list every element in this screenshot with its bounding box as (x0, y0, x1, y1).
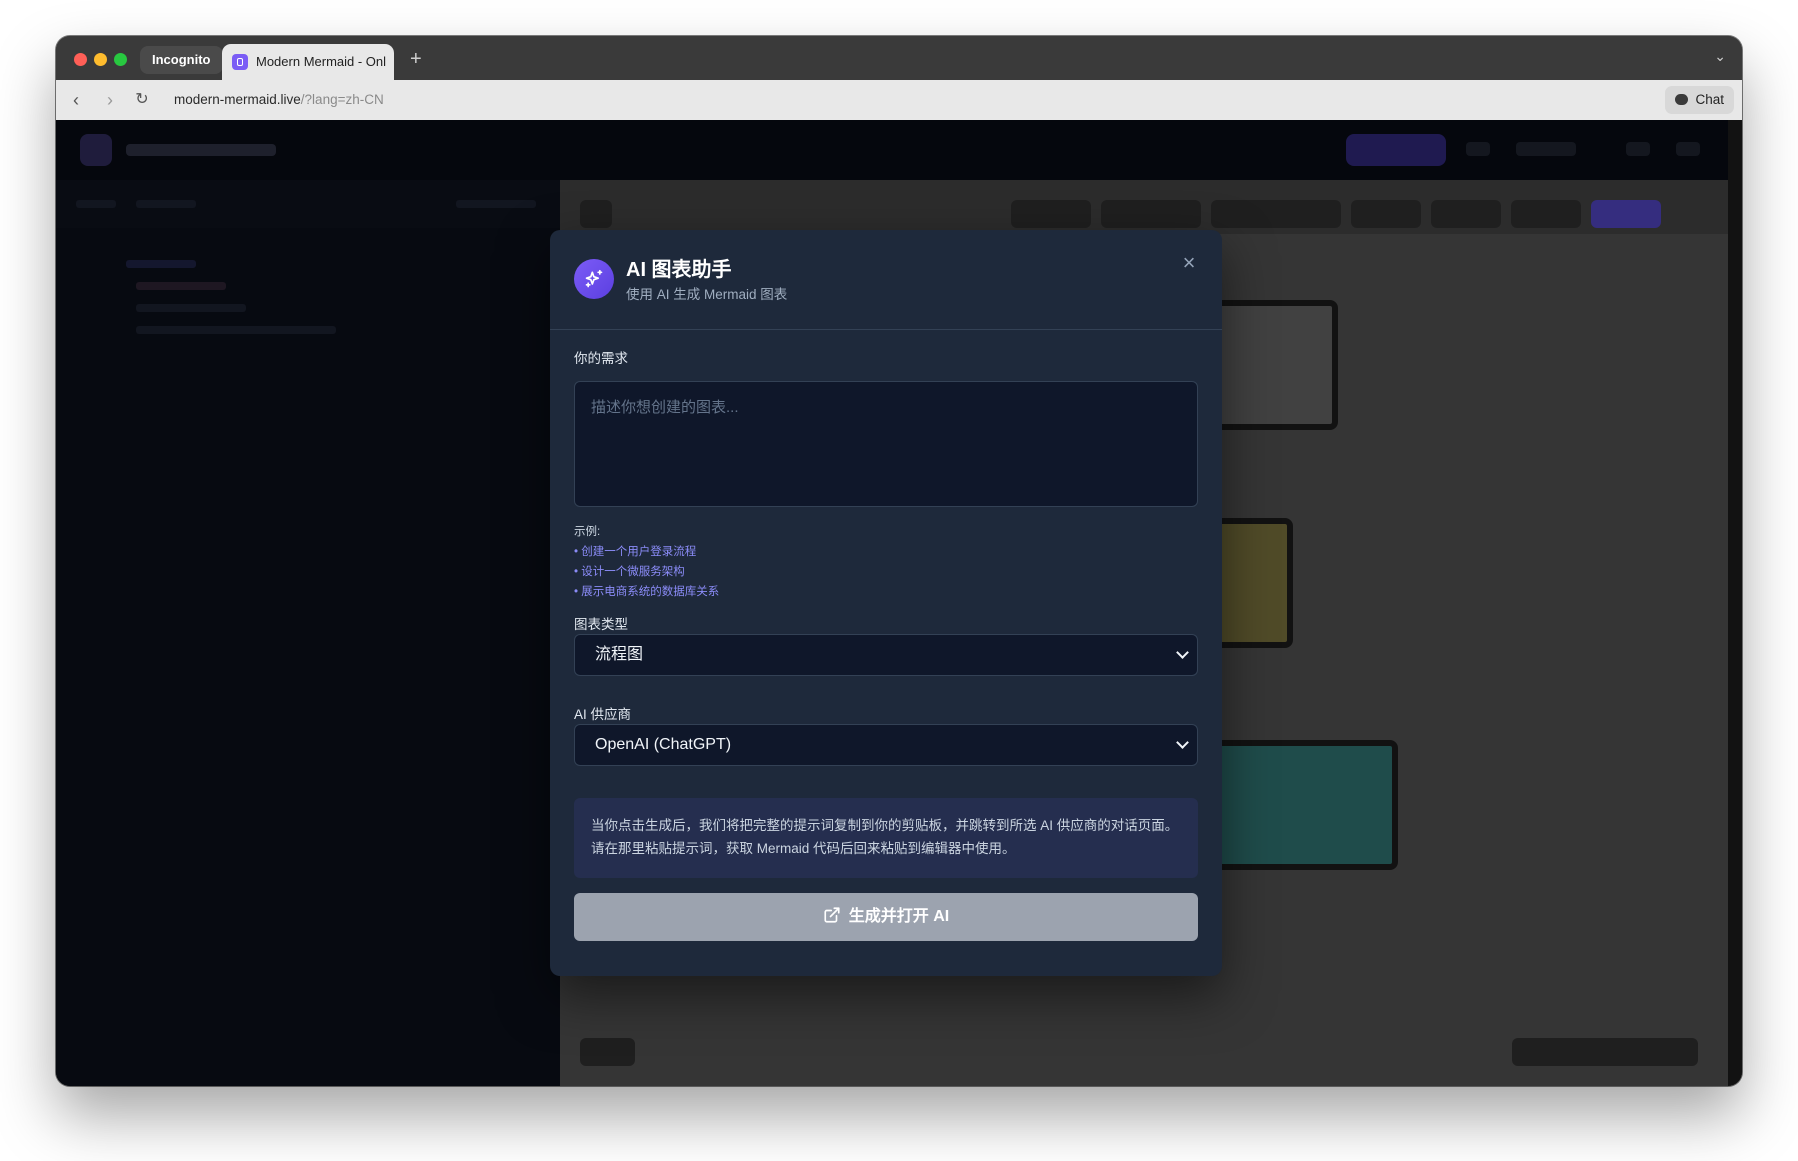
close-window-button[interactable] (74, 53, 87, 66)
modal-title: AI 图表助手 (626, 259, 732, 281)
chevron-down-icon[interactable]: ⌄ (1714, 48, 1726, 65)
examples-list: 示例: • 创建一个用户登录流程 • 设计一个微服务架构 • 展示电商系统的数据… (574, 522, 719, 602)
page-viewport: AI 图表助手 使用 AI 生成 Mermaid 图表 × 你的需求 示例: •… (56, 120, 1742, 1086)
sparkles-icon (574, 259, 614, 299)
url-host: modern-mermaid.live (174, 92, 301, 107)
examples-title: 示例: (574, 526, 601, 538)
diagram-type-value: 流程图 (595, 646, 644, 663)
diagram-type-select[interactable]: 流程图 (574, 634, 1198, 676)
forward-arrow-icon[interactable]: › (98, 88, 122, 112)
robot-favicon-icon (232, 54, 248, 70)
address-bar[interactable]: modern-mermaid.live/?lang=zh-CN (174, 90, 384, 110)
browser-window: Incognito Modern Mermaid - Onl + ⌄ ‹ › ↻… (56, 36, 1742, 1086)
modal-subtitle: 使用 AI 生成 Mermaid 图表 (626, 287, 788, 302)
provider-value: OpenAI (ChatGPT) (595, 736, 732, 753)
chat-label: Chat (1695, 92, 1724, 107)
example-item[interactable]: • 展示电商系统的数据库关系 (574, 582, 719, 602)
url-query: /?lang=zh-CN (300, 92, 384, 107)
chevron-down-icon (1176, 646, 1189, 659)
diagram-type-label: 图表类型 (574, 617, 628, 632)
provider-select[interactable]: OpenAI (ChatGPT) (574, 724, 1198, 766)
chat-button[interactable]: Chat (1665, 86, 1734, 114)
incognito-badge: Incognito (140, 46, 223, 74)
example-item[interactable]: • 创建一个用户登录流程 (574, 542, 719, 562)
info-notice: 当你点击生成后，我们将把完整的提示词复制到你的剪贴板，并跳转到所选 AI 供应商… (574, 798, 1198, 878)
provider-label: AI 供应商 (574, 707, 632, 722)
new-tab-button[interactable]: + (410, 46, 422, 72)
browser-titlebar: Incognito Modern Mermaid - Onl + ⌄ (56, 36, 1742, 80)
reload-icon[interactable]: ↻ (130, 88, 154, 112)
browser-tab[interactable]: Modern Mermaid - Onl (222, 44, 394, 80)
chevron-down-icon (1176, 736, 1189, 749)
close-icon[interactable]: × (1178, 252, 1200, 274)
example-item[interactable]: • 设计一个微服务架构 (574, 562, 719, 582)
generate-label: 生成并打开 AI (848, 908, 950, 925)
tab-title: Modern Mermaid - Onl (256, 54, 386, 69)
external-link-icon (824, 907, 840, 923)
minimize-window-button[interactable] (94, 53, 107, 66)
generate-open-ai-button[interactable]: 生成并打开 AI (574, 893, 1198, 941)
browser-toolbar: ‹ › ↻ modern-mermaid.live/?lang=zh-CN Ch… (56, 80, 1742, 120)
ai-assistant-modal: AI 图表助手 使用 AI 生成 Mermaid 图表 × 你的需求 示例: •… (550, 230, 1222, 976)
request-textarea[interactable] (574, 381, 1198, 507)
back-arrow-icon[interactable]: ‹ (64, 88, 88, 112)
request-label: 你的需求 (574, 351, 628, 366)
chat-bubble-icon (1675, 94, 1689, 105)
maximize-window-button[interactable] (114, 53, 127, 66)
modal-header: AI 图表助手 使用 AI 生成 Mermaid 图表 × (550, 230, 1222, 330)
